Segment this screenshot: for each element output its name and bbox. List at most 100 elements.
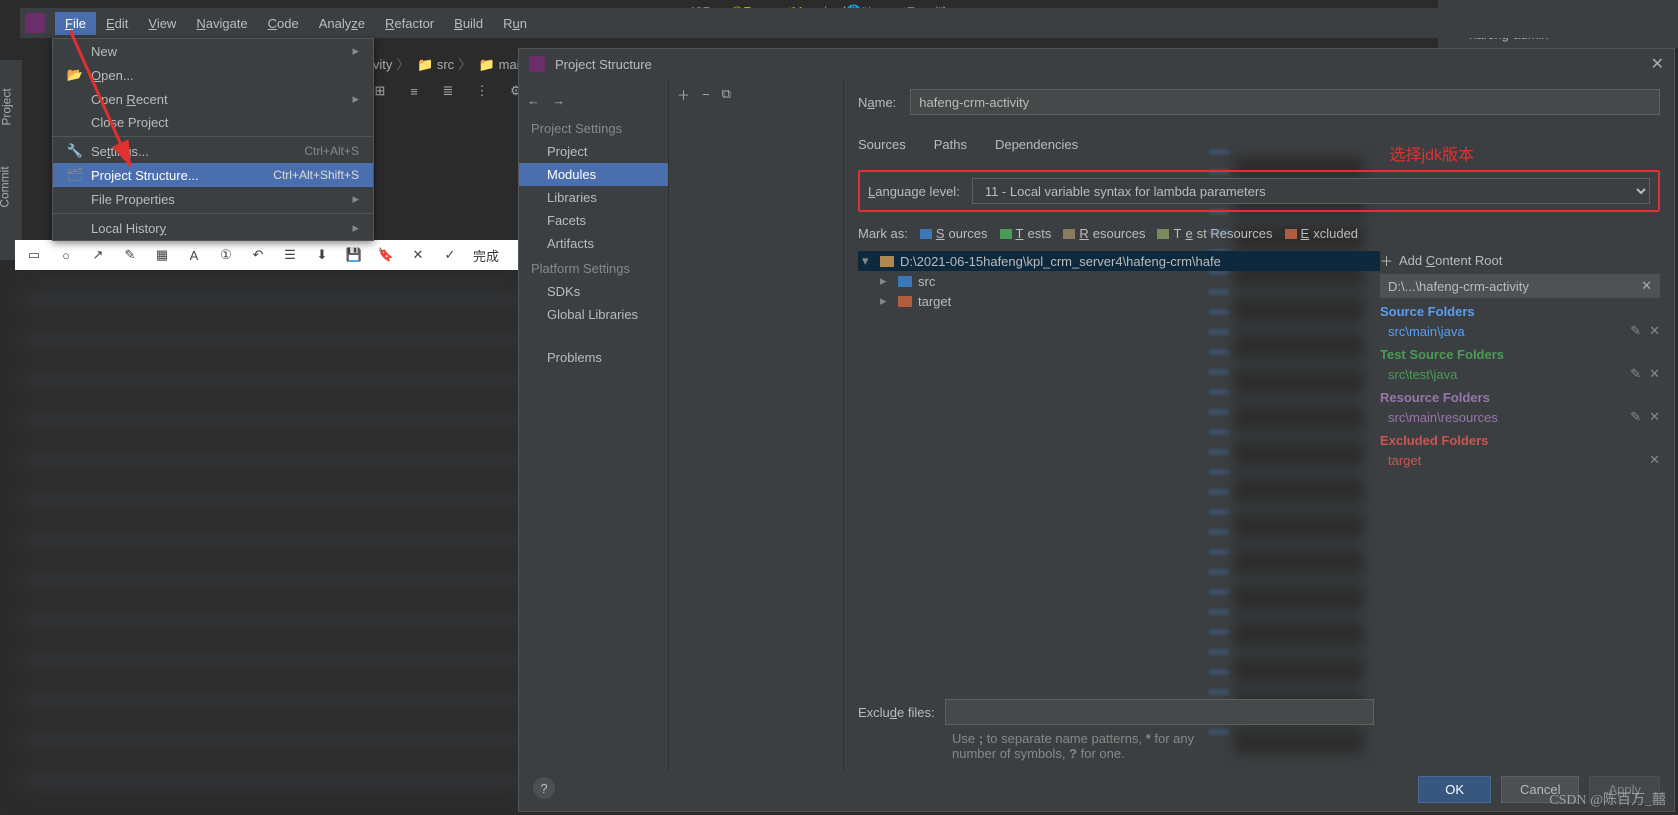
menu-file[interactable]: File bbox=[55, 12, 96, 35]
watermark: CSDN @陈百万_囍 bbox=[1549, 789, 1666, 809]
source-folder-entry: src\main\java✎✕ bbox=[1380, 321, 1660, 341]
close-icon[interactable]: ✕ bbox=[1651, 54, 1664, 74]
menu-item-file-properties[interactable]: File Properties▸ bbox=[53, 187, 373, 211]
tool-pen-icon[interactable]: ✎ bbox=[121, 246, 139, 264]
section-excluded-folders: Excluded Folders bbox=[1380, 427, 1660, 450]
cat-libraries[interactable]: Libraries bbox=[519, 186, 668, 209]
mark-resources[interactable]: Resources bbox=[1063, 226, 1145, 241]
tab-sources[interactable]: Sources bbox=[858, 133, 906, 156]
menu-item-new[interactable]: New▸ bbox=[53, 39, 373, 63]
tree-src[interactable]: ▸src bbox=[858, 271, 1380, 291]
menu-item-settings[interactable]: 🔧Settings...Ctrl+Alt+S bbox=[53, 139, 373, 163]
tool-mosaic-icon[interactable]: ▦ bbox=[153, 246, 171, 264]
tab-dependencies[interactable]: Dependencies bbox=[995, 133, 1078, 156]
annotation-toolbar: ▭ ○ ↗ ✎ ▦ A ① ↶ ☰ ⬇ 💾 🔖 ✕ ✓ 完成 bbox=[15, 240, 520, 270]
tb-icon[interactable]: ⋮ bbox=[472, 82, 492, 100]
add-icon[interactable]: ＋ bbox=[677, 85, 690, 104]
tool-serial-icon[interactable]: ① bbox=[217, 246, 235, 264]
tool-undo-icon[interactable]: ↶ bbox=[249, 246, 267, 264]
tab-paths[interactable]: Paths bbox=[934, 133, 967, 156]
module-list: ＋ − ⧉ bbox=[669, 79, 844, 771]
copy-icon[interactable]: ⧉ bbox=[722, 86, 731, 102]
ok-button[interactable]: OK bbox=[1418, 776, 1491, 803]
module-details: Name: Sources Paths Dependencies 选择jdk版本… bbox=[844, 79, 1674, 771]
tab-project[interactable]: Project bbox=[0, 88, 14, 125]
tool-circle-icon[interactable]: ○ bbox=[57, 246, 75, 264]
source-tree[interactable]: ▾D:\2021-06-15hafeng\kpl_crm_server4\haf… bbox=[858, 247, 1380, 470]
menu-analyze[interactable]: Analyze bbox=[309, 12, 375, 35]
exclude-hint: Use ; to separate name patterns, * for a… bbox=[858, 725, 1374, 761]
category-header: Project Settings bbox=[519, 115, 668, 140]
edit-icon[interactable]: ✎ bbox=[1630, 323, 1641, 339]
tb-icon[interactable]: ≣ bbox=[438, 82, 458, 100]
remove-icon[interactable]: ✕ bbox=[1649, 323, 1660, 339]
tool-ocr-icon[interactable]: ☰ bbox=[281, 246, 299, 264]
test-source-folder-entry: src\test\java✎✕ bbox=[1380, 364, 1660, 384]
remove-icon[interactable]: − bbox=[702, 87, 710, 102]
tool-download-icon[interactable]: ⬇ bbox=[313, 246, 331, 264]
excluded-folder-entry: target✕ bbox=[1380, 450, 1660, 470]
file-menu-popup: New▸ 📂Open... Open Recent▸ Close Project… bbox=[52, 38, 374, 241]
remove-icon[interactable]: ✕ bbox=[1649, 366, 1660, 382]
dialog-logo-icon bbox=[529, 56, 545, 72]
mark-tests[interactable]: Tests bbox=[1000, 226, 1052, 241]
add-content-root-icon[interactable]: ＋ bbox=[1380, 251, 1393, 270]
help-icon[interactable]: ? bbox=[533, 777, 555, 799]
language-level-select[interactable]: 11 - Local variable syntax for lambda pa… bbox=[972, 178, 1650, 204]
menu-edit[interactable]: Edit bbox=[96, 12, 138, 35]
content-root-path: D:\...\hafeng-crm-activity✕ bbox=[1380, 274, 1660, 298]
language-level-row: Language level: 11 - Local variable synt… bbox=[858, 170, 1660, 212]
remove-icon[interactable]: ✕ bbox=[1649, 409, 1660, 425]
section-resource-folders: Resource Folders bbox=[1380, 384, 1660, 407]
annotation-text: 选择jdk版本 bbox=[1390, 141, 1474, 165]
cat-facets[interactable]: Facets bbox=[519, 209, 668, 232]
menu-item-open-recent[interactable]: Open Recent▸ bbox=[53, 87, 373, 111]
mark-sources[interactable]: Sources bbox=[920, 226, 988, 241]
cat-project[interactable]: Project bbox=[519, 140, 668, 163]
tab-commit[interactable]: Commit bbox=[0, 166, 12, 207]
edit-icon[interactable]: ✎ bbox=[1630, 409, 1641, 425]
tree-root[interactable]: ▾D:\2021-06-15hafeng\kpl_crm_server4\haf… bbox=[858, 251, 1380, 271]
ide-logo-icon bbox=[25, 13, 45, 33]
tool-check-icon[interactable]: ✓ bbox=[441, 246, 459, 264]
forward-icon[interactable]: → bbox=[552, 93, 565, 108]
menu-run[interactable]: Run bbox=[493, 12, 537, 35]
back-icon[interactable]: ← bbox=[527, 93, 540, 108]
tool-close-icon[interactable]: ✕ bbox=[409, 246, 427, 264]
tree-target[interactable]: ▸target bbox=[858, 291, 1380, 311]
breadcrumb: ivity〉 📁 src〉 📁 main bbox=[370, 54, 527, 73]
mark-test-resources[interactable]: Test Resources bbox=[1157, 226, 1272, 241]
tb-icon[interactable]: ≡ bbox=[404, 82, 424, 100]
tool-done-label[interactable]: 完成 bbox=[473, 246, 499, 265]
edit-icon[interactable]: ✎ bbox=[1630, 366, 1641, 382]
cat-modules[interactable]: Modules bbox=[519, 163, 668, 186]
add-content-root[interactable]: Add Content Root bbox=[1399, 253, 1502, 268]
tool-text-icon[interactable]: A bbox=[185, 246, 203, 264]
menu-item-local-history[interactable]: Local History▸ bbox=[53, 216, 373, 240]
menu-view[interactable]: View bbox=[138, 12, 186, 35]
tool-save-icon[interactable]: 💾 bbox=[345, 246, 363, 264]
remove-icon[interactable]: ✕ bbox=[1649, 452, 1660, 468]
tool-rect-icon[interactable]: ▭ bbox=[25, 246, 43, 264]
module-name-input[interactable] bbox=[910, 89, 1660, 115]
menu-item-open[interactable]: 📂Open... bbox=[53, 63, 373, 87]
menu-item-close-project[interactable]: Close Project bbox=[53, 111, 373, 134]
remove-root-icon[interactable]: ✕ bbox=[1641, 278, 1652, 294]
section-test-source-folders: Test Source Folders bbox=[1380, 341, 1660, 364]
exclude-files-section: Exclude files: Use ; to separate name pa… bbox=[858, 699, 1374, 761]
exclude-files-input[interactable] bbox=[945, 699, 1374, 725]
menu-navigate[interactable]: Navigate bbox=[186, 12, 257, 35]
menu-code[interactable]: Code bbox=[258, 12, 309, 35]
cat-sdks[interactable]: SDKs bbox=[519, 280, 668, 303]
cat-artifacts[interactable]: Artifacts bbox=[519, 232, 668, 255]
mark-as-label: Mark as: bbox=[858, 226, 908, 241]
cat-global-libs[interactable]: Global Libraries bbox=[519, 303, 668, 326]
menu-refactor[interactable]: Refactor bbox=[375, 12, 444, 35]
mark-excluded[interactable]: Excluded bbox=[1285, 226, 1358, 241]
cat-problems[interactable]: Problems bbox=[519, 346, 668, 369]
name-label: Name: bbox=[858, 95, 896, 110]
menu-build[interactable]: Build bbox=[444, 12, 493, 35]
tool-pin-icon[interactable]: 🔖 bbox=[377, 246, 395, 264]
tool-arrow-icon[interactable]: ↗ bbox=[89, 246, 107, 264]
menu-item-project-structure[interactable]: 🗂Project Structure...Ctrl+Alt+Shift+S bbox=[53, 163, 373, 187]
